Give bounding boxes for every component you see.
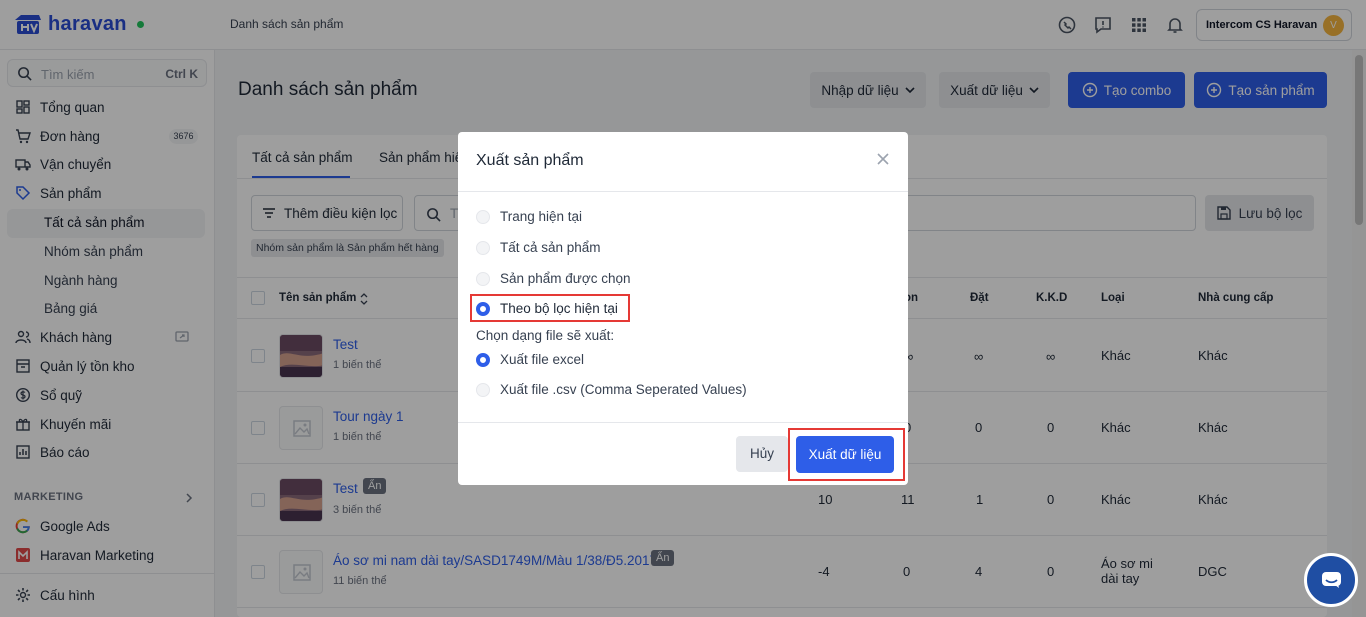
scope-option-current-page[interactable]: Trang hiện tại — [476, 209, 582, 224]
cancel-button[interactable]: Hủy — [736, 436, 788, 472]
option-label: Xuất file .csv (Comma Seperated Values) — [500, 382, 747, 397]
dialog-title: Xuất sản phẩm — [476, 152, 584, 169]
radio-button-selected[interactable] — [476, 352, 490, 367]
highlight-box — [470, 294, 630, 322]
format-option-excel[interactable]: Xuất file excel — [476, 352, 584, 367]
file-format-label: Chọn dạng file sẽ xuất: — [476, 328, 615, 343]
radio-button[interactable] — [476, 240, 490, 255]
chat-launcher-button[interactable] — [1304, 553, 1358, 607]
export-data-submit-button[interactable]: Xuất dữ liệu — [796, 436, 894, 473]
option-label: Trang hiện tại — [500, 209, 583, 224]
option-label: Xuất file excel — [500, 352, 585, 367]
export-products-dialog: Xuất sản phẩm Trang hiện tại Tất cả sản … — [458, 132, 908, 485]
dialog-footer-divider — [458, 422, 908, 423]
radio-button[interactable] — [476, 209, 490, 224]
option-label: Sản phẩm được chọn — [500, 271, 631, 286]
chat-icon — [1322, 572, 1341, 588]
option-label: Tất cả sản phẩm — [500, 240, 601, 255]
radio-button[interactable] — [476, 382, 490, 397]
radio-button[interactable] — [476, 271, 490, 286]
close-icon[interactable] — [873, 149, 893, 169]
dialog-header-divider — [458, 191, 908, 192]
format-option-csv[interactable]: Xuất file .csv (Comma Seperated Values) — [476, 382, 747, 397]
scope-option-selected-products[interactable]: Sản phẩm được chọn — [476, 271, 630, 286]
scope-option-all-products[interactable]: Tất cả sản phẩm — [476, 240, 601, 255]
